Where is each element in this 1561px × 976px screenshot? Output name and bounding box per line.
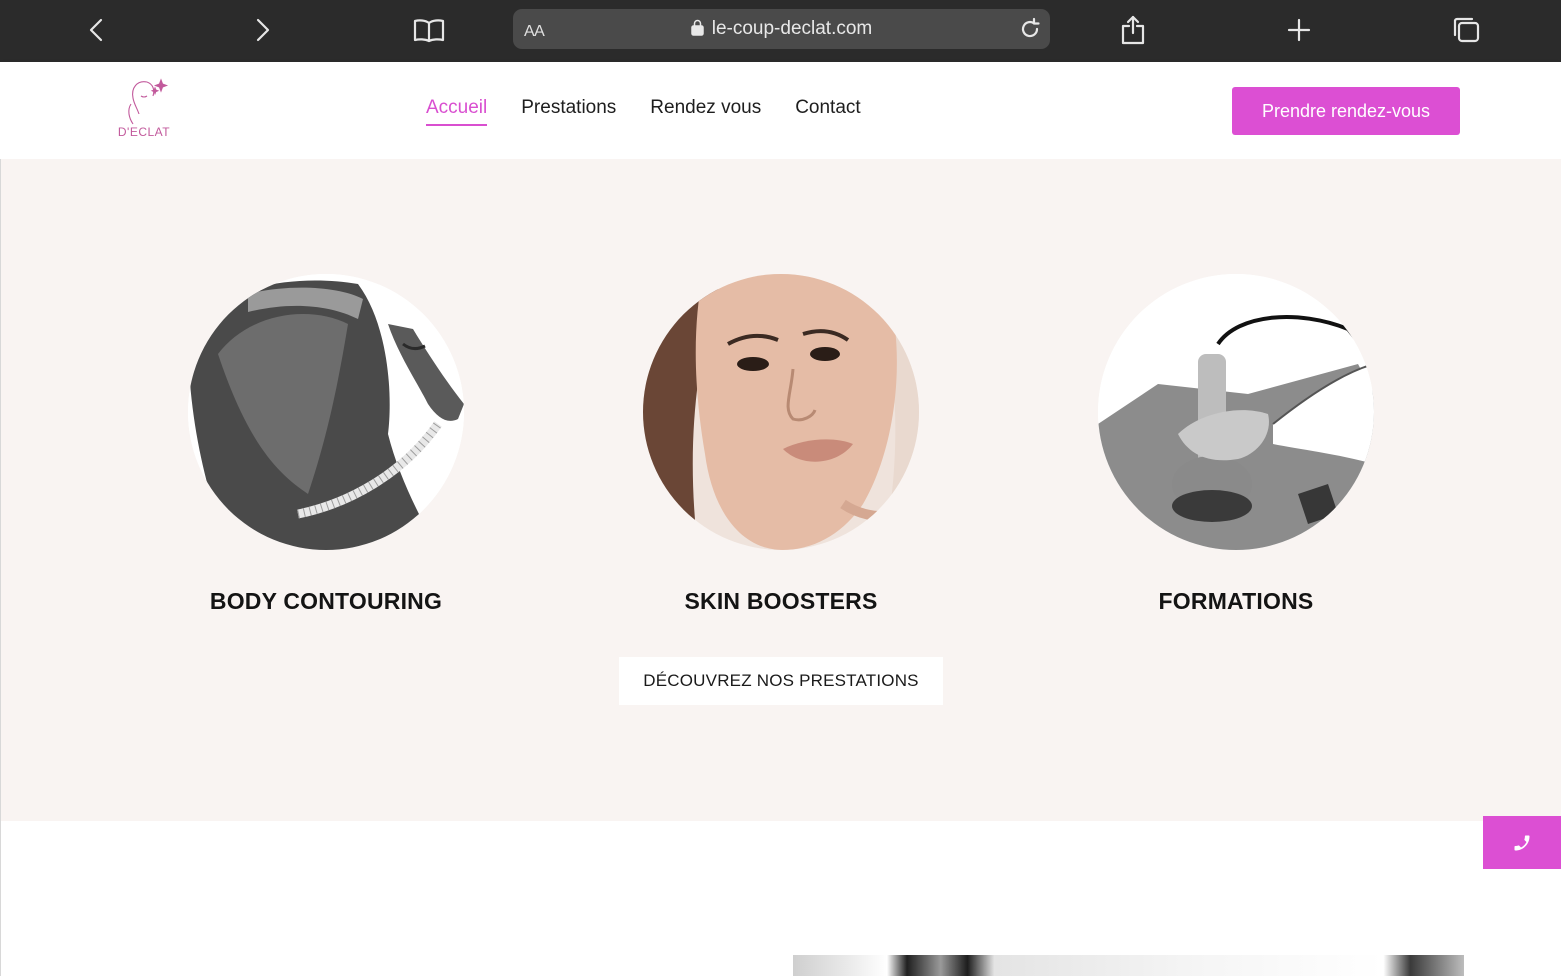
share-button[interactable]	[1113, 10, 1153, 50]
logo-face-icon	[128, 78, 169, 125]
chevron-right-icon	[256, 18, 270, 42]
service-title: BODY CONTOURING	[209, 588, 443, 614]
service-card-skin-boosters[interactable]: SKIN BOOSTERS	[641, 274, 921, 615]
nav-item-prestations[interactable]: Prestations	[521, 97, 616, 126]
page-edge	[0, 159, 1, 976]
device-treatment-photo[interactable]	[1098, 274, 1374, 550]
address-bar[interactable]: AA le-coup-declat.com	[513, 9, 1050, 49]
service-title: SKIN BOOSTERS	[684, 588, 878, 614]
site-header: D'ECLAT Accueil Prestations Rendez vous …	[0, 62, 1561, 159]
browser-toolbar: AA le-coup-declat.com	[0, 0, 1561, 62]
nav-item-contact[interactable]: Contact	[795, 97, 860, 126]
book-icon	[413, 19, 445, 43]
service-title: FORMATIONS	[1158, 588, 1314, 614]
next-section	[0, 821, 1561, 976]
site-logo[interactable]: D'ECLAT	[117, 74, 177, 144]
new-tab-button[interactable]	[1279, 10, 1319, 50]
url-text: le-coup-declat.com	[711, 18, 873, 39]
reload-icon[interactable]	[1018, 17, 1042, 41]
lock-icon	[690, 19, 704, 36]
bookmarks-button[interactable]	[409, 10, 449, 50]
book-appointment-button[interactable]: Prendre rendez-vous	[1232, 87, 1460, 135]
share-icon	[1121, 15, 1145, 45]
tabs-button[interactable]	[1446, 10, 1486, 50]
chevron-left-icon	[89, 18, 103, 42]
tabs-icon	[1453, 17, 1480, 43]
call-button[interactable]	[1483, 816, 1561, 869]
services-section: BODY CONTOURING SKIN BOOSTERS FORMATIONS…	[0, 159, 1561, 821]
logo-text: D'ECLAT	[117, 125, 171, 139]
service-card-body-contouring[interactable]: BODY CONTOURING	[186, 274, 466, 615]
main-nav: Accueil Prestations Rendez vous Contact	[426, 97, 861, 126]
body-contouring-image	[188, 274, 464, 550]
forward-button[interactable]	[242, 10, 282, 50]
woman-face-photo[interactable]	[643, 274, 919, 550]
discover-services-button[interactable]: DÉCOUVREZ NOS PRESTATIONS	[619, 657, 943, 705]
body-contouring-photo[interactable]	[188, 274, 464, 550]
skin-boosters-image	[643, 274, 919, 550]
nav-item-accueil[interactable]: Accueil	[426, 97, 488, 126]
phone-icon	[1514, 835, 1530, 850]
back-button[interactable]	[77, 10, 117, 50]
nav-item-rendez-vous[interactable]: Rendez vous	[650, 97, 761, 126]
formations-image	[1098, 274, 1374, 550]
service-card-formations[interactable]: FORMATIONS	[1096, 274, 1376, 615]
plus-icon	[1287, 18, 1311, 42]
gallery-image-strip	[793, 955, 1464, 976]
url-display: le-coup-declat.com	[513, 18, 1050, 40]
